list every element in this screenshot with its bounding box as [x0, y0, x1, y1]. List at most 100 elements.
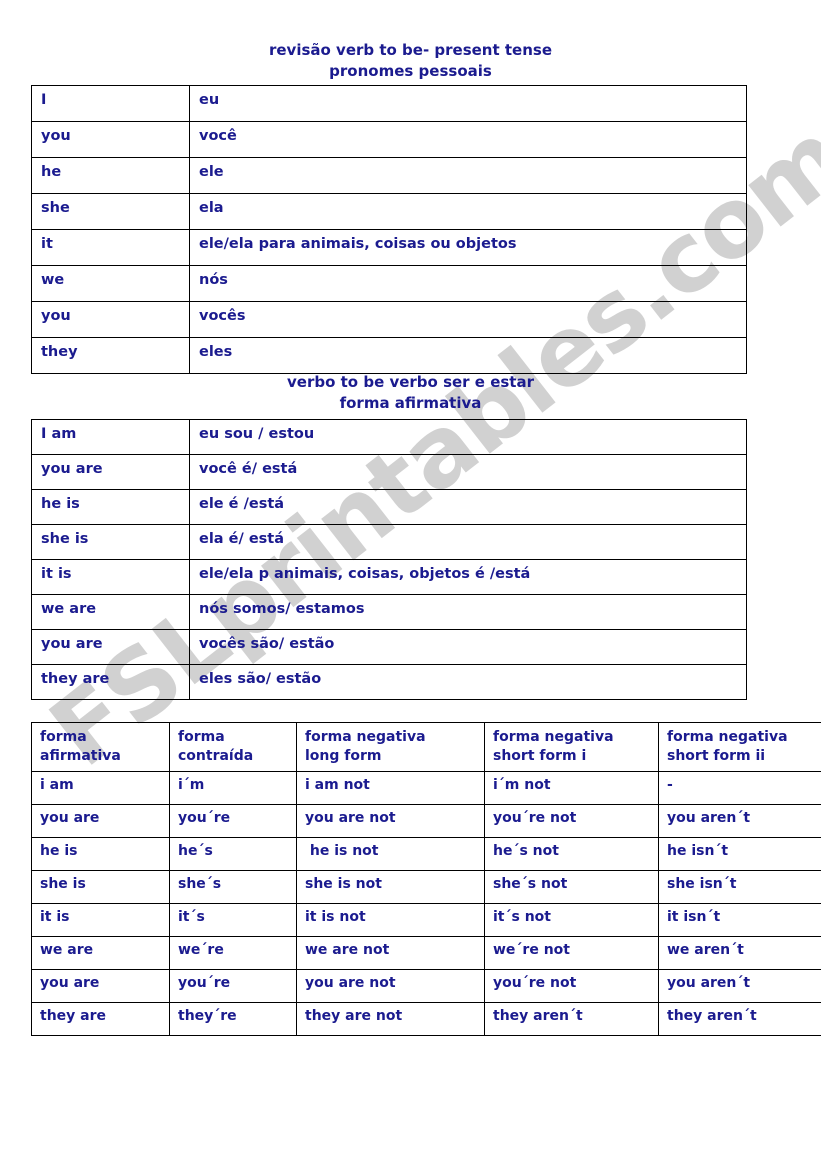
- pronoun-portuguese: nós: [189, 265, 747, 302]
- forms-cell: she is: [31, 870, 170, 904]
- forms-cell: you are: [31, 804, 170, 838]
- forms-cell: he isn´t: [658, 837, 821, 871]
- table-row: you vocês: [31, 301, 747, 338]
- forms-cell: you are not: [296, 969, 485, 1003]
- forms-cell: you´re not: [484, 804, 659, 838]
- forms-cell: we are not: [296, 936, 485, 970]
- worksheet-page: FSLprintables.com revisão verb to be- pr…: [0, 0, 821, 1169]
- forms-cell: it isn´t: [658, 903, 821, 937]
- forms-cell: we´re not: [484, 936, 659, 970]
- forms-cell: he´s not: [484, 837, 659, 871]
- forms-column-header: forma afirmativa: [31, 722, 170, 772]
- pronoun-english: I: [31, 85, 190, 122]
- table-row: they are they´re they are not they aren´…: [31, 1002, 821, 1036]
- affirmative-english: he is: [31, 489, 190, 525]
- pronoun-portuguese: ele/ela para animais, coisas ou objetos: [189, 229, 747, 266]
- table-row: it ele/ela para animais, coisas ou objet…: [31, 229, 747, 266]
- forms-cell: i´m not: [484, 771, 659, 805]
- affirmative-english: you are: [31, 629, 190, 665]
- forms-cell: i am: [31, 771, 170, 805]
- pronoun-portuguese: ela: [189, 193, 747, 230]
- forms-cell: he is not: [296, 837, 485, 871]
- pronoun-portuguese: eles: [189, 337, 747, 374]
- table-row: they are eles são/ estão: [31, 664, 747, 700]
- forms-cell: they are not: [296, 1002, 485, 1036]
- pronoun-portuguese: vocês: [189, 301, 747, 338]
- pronoun-english: he: [31, 157, 190, 194]
- affirmative-portuguese: ele é /está: [189, 489, 747, 525]
- pronoun-english: you: [31, 121, 190, 158]
- pronouns-heading: revisão verb to be- present tense pronom…: [0, 40, 821, 82]
- forms-cell: she is not: [296, 870, 485, 904]
- forms-cell: you´re not: [484, 969, 659, 1003]
- affirmative-english: we are: [31, 594, 190, 630]
- table-row: I am eu sou / estou: [31, 419, 747, 455]
- forms-cell: you aren´t: [658, 804, 821, 838]
- pronoun-portuguese: eu: [189, 85, 747, 122]
- table-row: you are you´re you are not you´re not yo…: [31, 969, 821, 1003]
- affirmative-portuguese: eles são/ estão: [189, 664, 747, 700]
- forms-cell: we´re: [169, 936, 297, 970]
- forms-cell: he´s: [169, 837, 297, 871]
- forms-cell: you´re: [169, 969, 297, 1003]
- affirmative-portuguese: ela é/ está: [189, 524, 747, 560]
- table-row: we are we´re we are not we´re not we are…: [31, 936, 821, 970]
- forms-cell: it´s: [169, 903, 297, 937]
- forms-cell: they´re: [169, 1002, 297, 1036]
- affirmative-english: she is: [31, 524, 190, 560]
- forms-cell: you are: [31, 969, 170, 1003]
- forms-cell: -: [658, 771, 821, 805]
- affirmative-portuguese: eu sou / estou: [189, 419, 747, 455]
- forms-cell: you aren´t: [658, 969, 821, 1003]
- table-row: she ela: [31, 193, 747, 230]
- table-row: we nós: [31, 265, 747, 302]
- table-row: it is ele/ela p animais, coisas, objetos…: [31, 559, 747, 595]
- table-row: you are you´re you are not you´re not yo…: [31, 804, 821, 838]
- affirmative-english: I am: [31, 419, 190, 455]
- forms-cell: he is: [31, 837, 170, 871]
- forms-cell: she´s not: [484, 870, 659, 904]
- forms-cell: i´m: [169, 771, 297, 805]
- forms-cell: she´s: [169, 870, 297, 904]
- pronouns-heading-line2: pronomes pessoais: [329, 62, 492, 80]
- affirmative-portuguese: vocês são/ estão: [189, 629, 747, 665]
- pronoun-english: you: [31, 301, 190, 338]
- forms-cell: it´s not: [484, 903, 659, 937]
- forms-column-header: forma negativa short form i: [484, 722, 659, 772]
- forms-cell: i am not: [296, 771, 485, 805]
- table-row: you você: [31, 121, 747, 158]
- table-row: you are vocês são/ estão: [31, 629, 747, 665]
- table-row: they eles: [31, 337, 747, 374]
- pronouns-heading-line1: revisão verb to be- present tense: [268, 41, 553, 59]
- affirmative-portuguese: ele/ela p animais, coisas, objetos é /es…: [189, 559, 747, 595]
- affirmative-heading-line1: verbo to be verbo ser e estar: [287, 373, 534, 391]
- affirmative-portuguese: nós somos/ estamos: [189, 594, 747, 630]
- forms-cell: they aren´t: [658, 1002, 821, 1036]
- forms-table: forma afirmativa forma contraída forma n…: [31, 722, 821, 1036]
- table-row: i am i´m i am not i´m not -: [31, 771, 821, 805]
- forms-cell: we are: [31, 936, 170, 970]
- affirmative-heading-line2: forma afirmativa: [339, 394, 482, 412]
- forms-cell: it is: [31, 903, 170, 937]
- affirmative-english: they are: [31, 664, 190, 700]
- forms-column-header: forma negativa long form: [296, 722, 485, 772]
- affirmative-portuguese: você é/ está: [189, 454, 747, 490]
- table-header-row: forma afirmativa forma contraída forma n…: [31, 722, 821, 772]
- table-row: it is it´s it is not it´s not it isn´t: [31, 903, 821, 937]
- forms-cell: we aren´t: [658, 936, 821, 970]
- table-row: she is she´s she is not she´s not she is…: [31, 870, 821, 904]
- forms-cell: they are: [31, 1002, 170, 1036]
- pronoun-portuguese: você: [189, 121, 747, 158]
- table-row: she is ela é/ está: [31, 524, 747, 560]
- table-row: he is ele é /está: [31, 489, 747, 525]
- pronoun-english: we: [31, 265, 190, 302]
- forms-cell: you´re: [169, 804, 297, 838]
- forms-cell: she isn´t: [658, 870, 821, 904]
- affirmative-heading: verbo to be verbo ser e estar forma afir…: [0, 372, 821, 414]
- table-row: I eu: [31, 85, 747, 122]
- forms-cell: they aren´t: [484, 1002, 659, 1036]
- affirmative-table: I am eu sou / estou you are você é/ está…: [31, 419, 747, 700]
- forms-column-header: forma negativa short form ii: [658, 722, 821, 772]
- pronoun-portuguese: ele: [189, 157, 747, 194]
- forms-cell: you are not: [296, 804, 485, 838]
